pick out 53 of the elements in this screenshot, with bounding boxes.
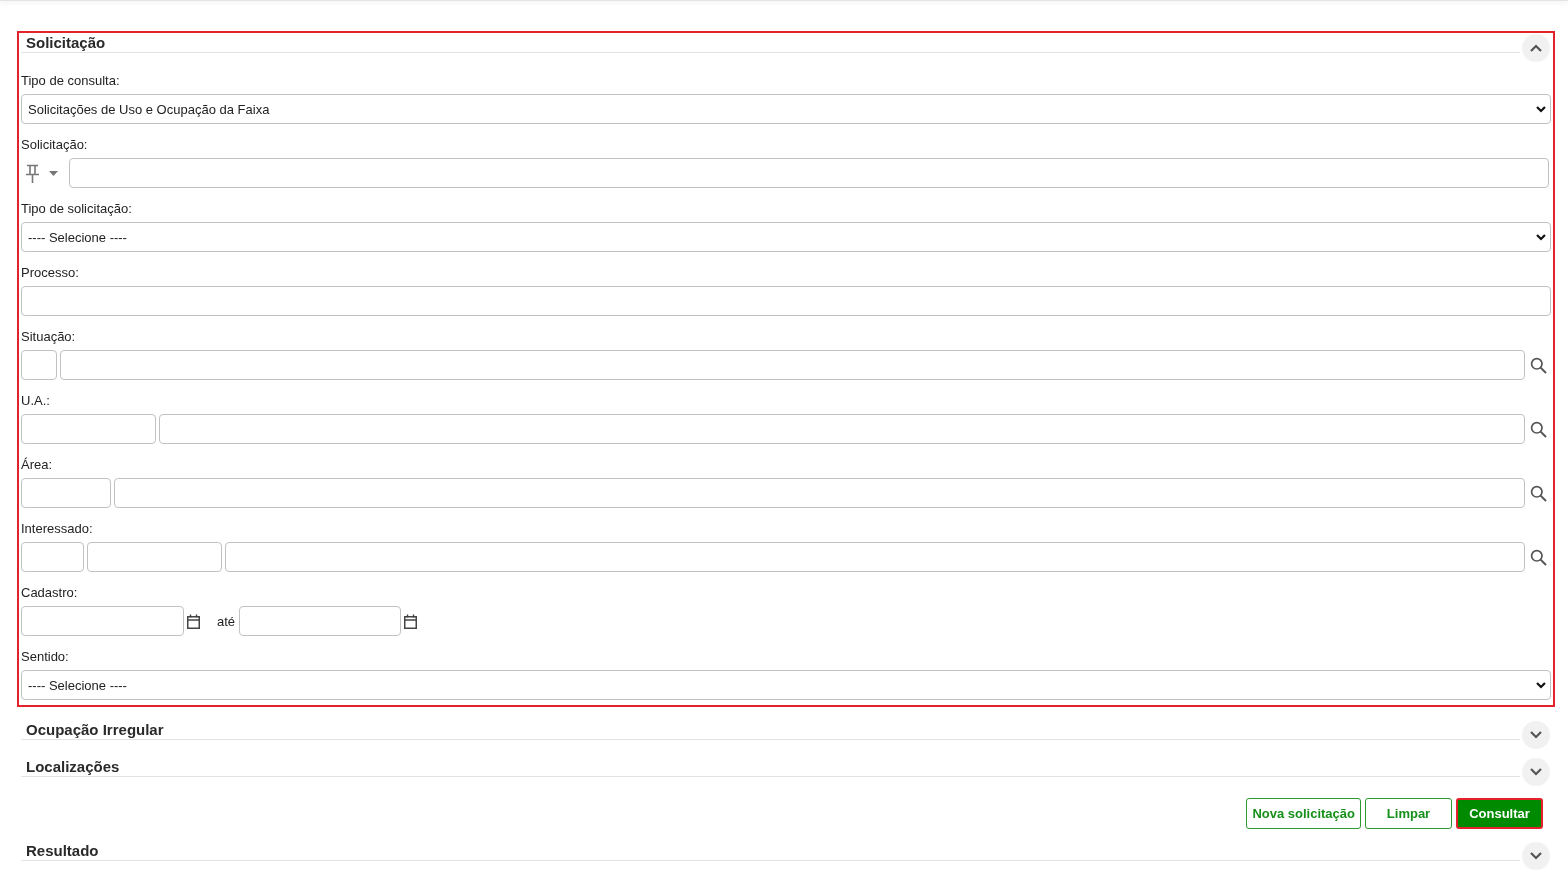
search-icon[interactable] <box>1530 548 1547 566</box>
caret-down-icon <box>49 170 58 176</box>
input-field[interactable] <box>69 158 1549 188</box>
toggle-button[interactable] <box>1522 721 1550 749</box>
chevron-down-icon <box>1530 768 1542 776</box>
toggle-button[interactable] <box>1522 758 1550 786</box>
action-button[interactable]: Limpar <box>1365 798 1452 829</box>
input-field[interactable] <box>87 542 222 572</box>
calendar-icon[interactable] <box>187 613 200 629</box>
action-button[interactable]: Nova solicitação <box>1246 798 1361 829</box>
search-icon[interactable] <box>1530 356 1547 374</box>
field-label: Situação: <box>21 328 76 346</box>
chevron-up-icon <box>1530 44 1542 52</box>
search-icon[interactable] <box>1530 484 1547 502</box>
toggle-button[interactable] <box>1522 842 1550 870</box>
field-label: Interessado: <box>21 520 93 538</box>
field-label: U.A.: <box>21 392 50 410</box>
chevron-down-icon <box>1530 852 1542 860</box>
toggle-button[interactable] <box>1522 34 1550 62</box>
input-field[interactable] <box>225 542 1525 572</box>
input-field[interactable] <box>114 478 1525 508</box>
input-field[interactable] <box>21 350 57 380</box>
section-title: Ocupação Irregular <box>26 721 164 738</box>
field-label: Solicitação: <box>21 136 88 154</box>
calendar-icon[interactable] <box>404 613 418 629</box>
input-field[interactable] <box>21 478 111 508</box>
input-field[interactable] <box>21 286 1551 316</box>
dropdown[interactable]: ---- Selecione ---- <box>21 670 1551 700</box>
dropdown[interactable]: Solicitações de Uso e Ocupação da Faixa <box>21 94 1551 124</box>
section-title: Solicitação <box>26 34 106 51</box>
date-input[interactable] <box>239 606 402 636</box>
search-icon[interactable] <box>1530 420 1547 438</box>
chevron-down-icon <box>1536 233 1546 241</box>
section-title: Resultado <box>26 842 99 859</box>
input-field[interactable] <box>21 414 156 444</box>
field-label: Cadastro: <box>21 584 78 602</box>
pin-icon <box>25 163 40 183</box>
chevron-down-icon <box>1536 681 1546 689</box>
chevron-down-icon <box>1536 105 1546 113</box>
field-label: Processo: <box>21 264 79 282</box>
field-label: Tipo de solicitação: <box>21 200 132 218</box>
field-label: Tipo de consulta: <box>21 72 120 90</box>
input-field[interactable] <box>21 542 84 572</box>
action-button[interactable]: Consultar <box>1456 798 1543 829</box>
date-input[interactable] <box>21 606 184 636</box>
range-separator: até <box>217 613 236 629</box>
input-field[interactable] <box>159 414 1525 444</box>
input-field[interactable] <box>60 350 1525 380</box>
dropdown[interactable]: ---- Selecione ---- <box>21 222 1551 252</box>
section-title: Localizações <box>26 758 120 775</box>
field-label: Sentido: <box>21 648 69 666</box>
field-label: Área: <box>21 456 53 474</box>
chevron-down-icon <box>1530 731 1542 739</box>
